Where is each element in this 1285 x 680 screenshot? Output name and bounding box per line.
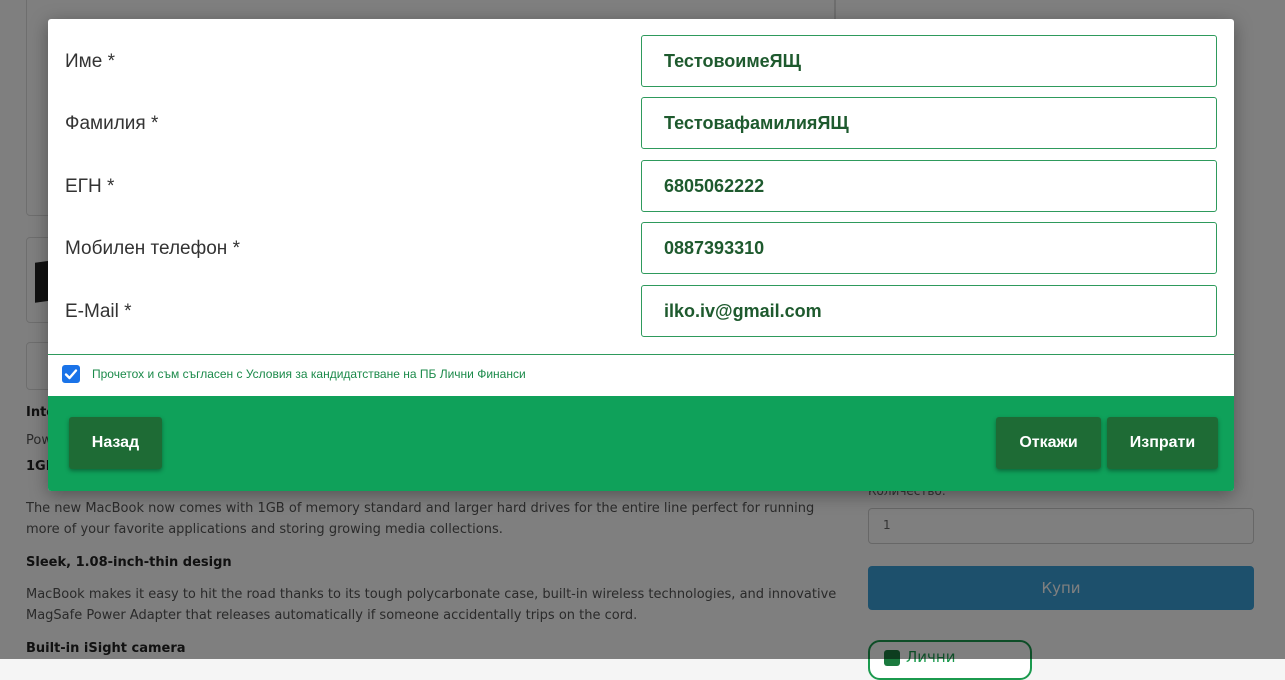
email-input[interactable]: [641, 285, 1217, 337]
form-row-egn: ЕГН *: [48, 160, 1234, 214]
first-name-input[interactable]: [641, 35, 1217, 87]
form-row-email: E-Mail *: [48, 285, 1234, 339]
first-name-label: Име *: [65, 51, 115, 72]
modal-footer: Назад Откажи Изпрати: [48, 396, 1234, 491]
send-button[interactable]: Изпрати: [1107, 417, 1218, 469]
form-divider: [48, 354, 1234, 355]
last-name-label: Фамилия *: [65, 113, 159, 134]
form-row-first-name: Име *: [48, 35, 1234, 89]
last-name-input[interactable]: [641, 97, 1217, 149]
mobile-phone-input[interactable]: [641, 222, 1217, 274]
checkmark-icon: [64, 369, 78, 380]
egn-input[interactable]: [641, 160, 1217, 212]
form-row-mobile-phone: Мобилен телефон *: [48, 222, 1234, 276]
application-form-modal: Име * Фамилия * ЕГН * Мобилен телефон * …: [48, 19, 1234, 491]
consent-checkbox[interactable]: [62, 365, 80, 383]
consent-row: Прочетох и съм съгласен с Условия за кан…: [62, 363, 526, 385]
back-button[interactable]: Назад: [69, 417, 162, 469]
cancel-button[interactable]: Откажи: [996, 417, 1101, 469]
consent-label[interactable]: Прочетох и съм съгласен с Условия за кан…: [92, 367, 526, 381]
egn-label: ЕГН *: [65, 176, 115, 197]
email-label: E-Mail *: [65, 301, 132, 322]
form-row-last-name: Фамилия *: [48, 97, 1234, 151]
mobile-phone-label: Мобилен телефон *: [65, 238, 240, 259]
